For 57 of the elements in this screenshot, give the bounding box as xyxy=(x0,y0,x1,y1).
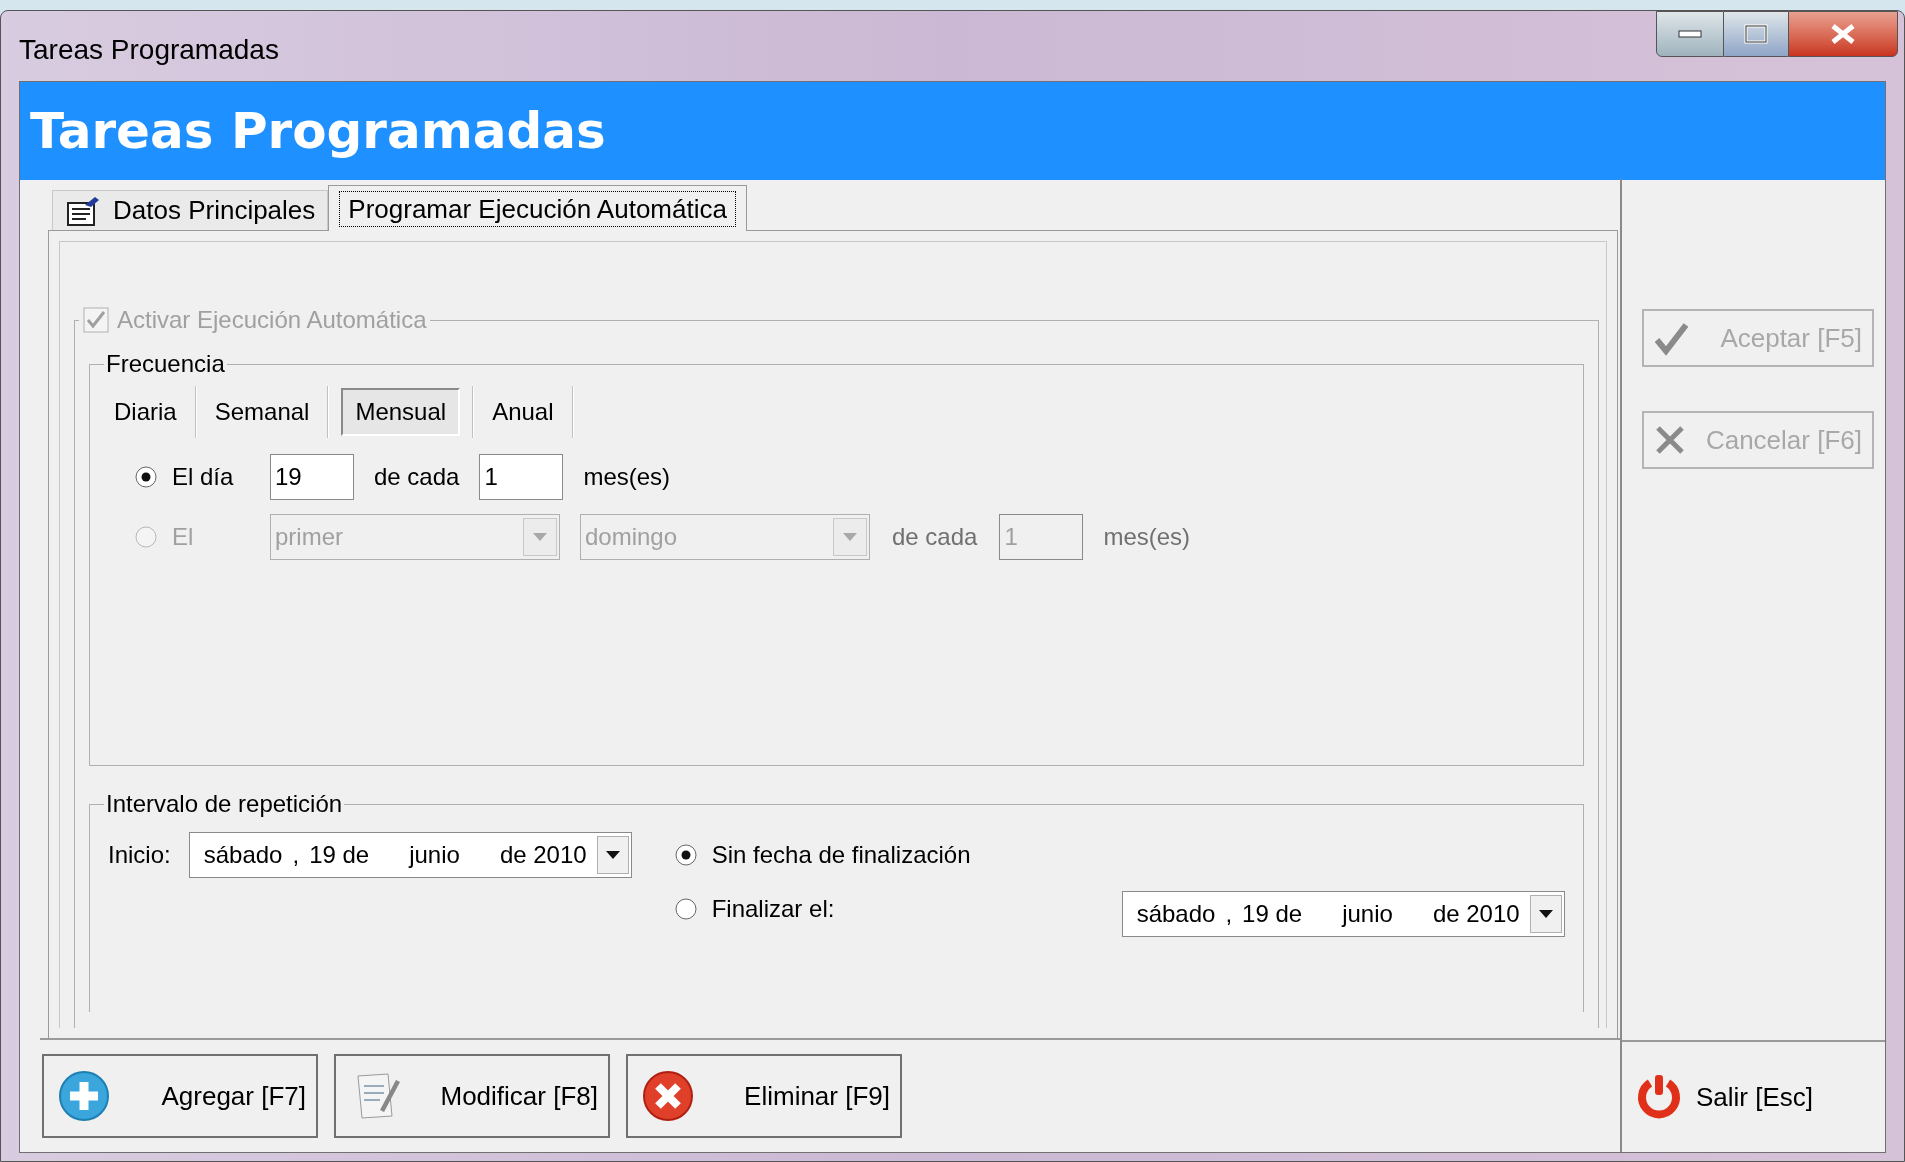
power-icon xyxy=(1636,1073,1682,1121)
dropdown-arrow-icon xyxy=(1537,909,1554,919)
document-icon xyxy=(65,194,101,227)
date-text: de 2010 xyxy=(499,840,587,870)
field-label: de cada xyxy=(892,522,978,552)
maximize-icon xyxy=(1744,24,1768,44)
date-text: 19 de xyxy=(1242,899,1303,929)
dropdown-arrow-icon xyxy=(604,850,621,860)
group-title: Frecuencia xyxy=(105,349,226,379)
radio-button[interactable] xyxy=(673,843,698,867)
option-label: Sin fecha de finalización xyxy=(711,840,972,870)
field-label: mes(es) xyxy=(1103,522,1191,552)
exit-button[interactable]: Salir [Esc] xyxy=(1636,1073,1814,1121)
frequency-option[interactable]: Anual xyxy=(486,388,560,436)
add-button[interactable]: Agregar [F7] xyxy=(42,1054,318,1138)
date-text: , xyxy=(292,840,300,870)
delete-button[interactable]: Eliminar [F9] xyxy=(626,1054,902,1138)
tab[interactable]: Programar Ejecución Automática xyxy=(328,185,747,231)
dropdown-arrow-icon xyxy=(842,532,858,542)
option-label: El xyxy=(172,522,194,552)
plus-icon xyxy=(58,1070,112,1122)
window-title: Tareas Programadas xyxy=(19,33,279,67)
frequency-option[interactable]: Diaria xyxy=(108,388,183,436)
end-date-picker[interactable]: sábado , 19 de junio de 2010 xyxy=(1121,891,1565,937)
option-label: Finalizar el: xyxy=(711,894,836,924)
radio-button[interactable] xyxy=(134,465,158,489)
date-text: sábado xyxy=(203,840,283,870)
maximize-button[interactable] xyxy=(1724,11,1788,57)
field-label: de cada xyxy=(374,462,460,492)
cross-icon xyxy=(642,1070,696,1122)
field-label: Inicio: xyxy=(108,840,171,870)
minimize-icon xyxy=(1678,30,1702,38)
group-title: Intervalo de repetición xyxy=(105,789,344,819)
date-text: 19 de xyxy=(309,840,370,870)
date-text: junio xyxy=(409,840,460,870)
checkbox-icon xyxy=(83,307,109,333)
radio-button[interactable] xyxy=(673,897,698,921)
date-text: de 2010 xyxy=(1432,899,1520,929)
minimize-button[interactable] xyxy=(1656,11,1724,57)
cross-icon xyxy=(1654,424,1686,456)
close-button[interactable] xyxy=(1788,11,1898,57)
start-date-picker[interactable]: sábado , 19 de junio de 2010 xyxy=(188,832,632,878)
tab[interactable]: Datos Principales xyxy=(52,190,329,230)
frequency-option[interactable]: Mensual xyxy=(341,388,461,436)
months-field[interactable]: 1 xyxy=(479,454,564,500)
close-icon xyxy=(1830,23,1856,45)
frequency-option[interactable]: Semanal xyxy=(208,388,316,436)
date-text: , xyxy=(1225,899,1233,929)
dropdown-arrow-icon xyxy=(532,532,548,542)
checkmark-icon xyxy=(1654,320,1690,356)
date-text: junio xyxy=(1342,899,1393,929)
edit-button[interactable]: Modificar [F8] xyxy=(334,1054,610,1138)
date-text: sábado xyxy=(1136,899,1216,929)
field-label: mes(es) xyxy=(583,462,671,492)
header-title: Tareas Programadas xyxy=(30,100,606,162)
option-label: El día xyxy=(172,462,234,492)
day-field[interactable]: 19 xyxy=(270,454,354,500)
